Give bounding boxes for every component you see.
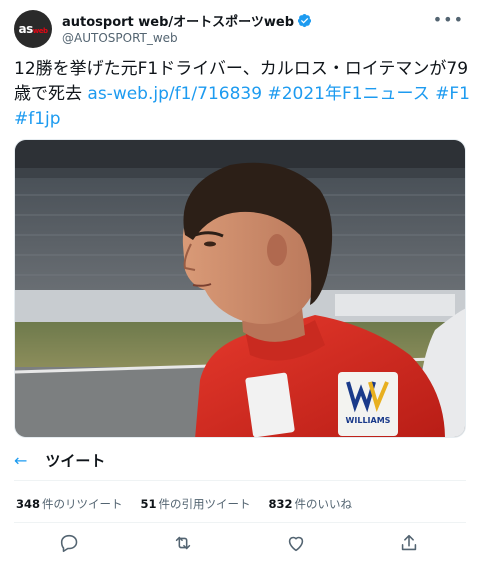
avatar-text: as — [18, 22, 34, 36]
action-bar — [0, 532, 480, 556]
name-row: autosport web/オートスポーツweb — [62, 11, 312, 30]
reply-icon[interactable] — [58, 532, 80, 554]
share-icon[interactable] — [398, 532, 420, 554]
likes-stat[interactable]: 832 件のいいね — [269, 496, 353, 512]
hashtag-f1jp[interactable]: #f1jp — [14, 109, 61, 129]
like-icon[interactable] — [285, 532, 307, 554]
verified-icon — [297, 13, 312, 28]
handle[interactable]: @AUTOSPORT_web — [62, 31, 178, 45]
divider — [14, 480, 466, 481]
quotes-stat[interactable]: 51 件の引用ツイート — [141, 496, 251, 512]
back-arrow-icon[interactable]: ← — [14, 451, 27, 470]
driver-portrait-image: WILLIAMS — [15, 140, 465, 437]
engagement-stats: 348 件のリツイート 51 件の引用ツイート 832 件のいいね — [16, 496, 352, 512]
retweet-icon[interactable] — [172, 532, 194, 554]
tweet-link[interactable]: as-web.jp/f1/716839 — [87, 84, 262, 104]
tweet-photo[interactable]: WILLIAMS — [14, 139, 466, 438]
retweets-stat[interactable]: 348 件のリツイート — [16, 496, 123, 512]
divider — [14, 522, 466, 523]
display-name[interactable]: autosport web/オートスポーツweb — [62, 11, 294, 30]
tweet-header: asweb autosport web/オートスポーツweb @AUTOSPOR… — [14, 8, 466, 48]
tweet-text: 12勝を挙げた元F1ドライバー、カルロス・ロイテマンが79歳で死去 as-web… — [14, 57, 470, 132]
hashtag-2021-f1-news[interactable]: #2021年F1ニュース — [267, 84, 429, 104]
more-icon[interactable]: ••• — [433, 10, 464, 29]
hashtag-f1[interactable]: #F1 — [435, 84, 470, 104]
avatar-subtext: web — [32, 27, 48, 35]
tweet-nav-row: ← ツイート — [14, 450, 105, 471]
avatar[interactable]: asweb — [14, 10, 52, 48]
williams-badge-text: WILLIAMS — [346, 416, 391, 425]
tweet-label: ツイート — [45, 452, 106, 470]
